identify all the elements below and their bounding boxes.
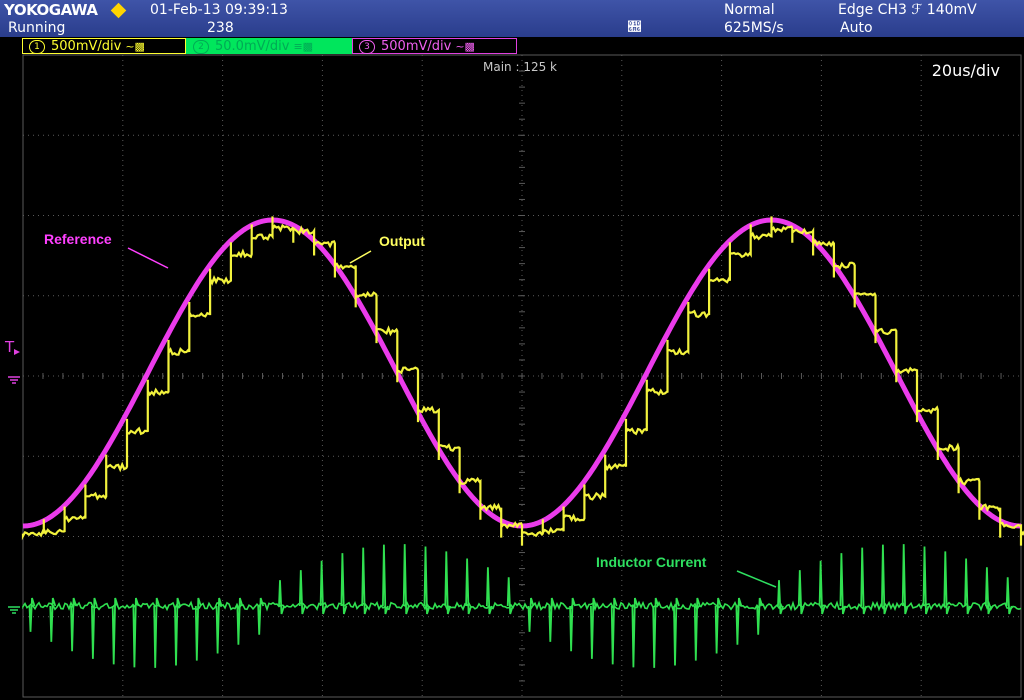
channel-markers: T — [4, 338, 20, 613]
channel-2-setting[interactable]: 2 50.0mV/div ≡▩ — [186, 38, 352, 54]
inductor-spike — [237, 598, 242, 645]
run-state: Running — [8, 20, 65, 36]
inductor-spike — [944, 551, 949, 614]
inductor-spike — [30, 598, 35, 632]
channel-1-setting[interactable]: 1 500mV/div ~▩ — [22, 38, 186, 54]
inductor-spike — [425, 547, 430, 615]
inductor-spike — [570, 598, 575, 651]
annotation-reference: Reference — [44, 231, 112, 247]
inductor-spike — [133, 598, 138, 667]
trigger-position-icon: 𝚦 — [628, 20, 641, 36]
channel-number-badge: 3 — [359, 40, 375, 54]
inductor-spike — [279, 580, 284, 614]
brand-diamond-icon — [111, 3, 127, 19]
inductor-spike — [321, 561, 326, 614]
inductor-spike — [736, 598, 741, 645]
inductor-spike — [154, 598, 159, 668]
inductor-spike — [113, 598, 118, 664]
channel-scale: 500mV/div — [51, 39, 121, 54]
inductor-spike — [383, 545, 388, 614]
inductor-spike — [882, 545, 887, 614]
annotation-output: Output — [379, 233, 425, 249]
channel-number-badge: 2 — [193, 40, 209, 54]
trigger-level-marker: T — [4, 338, 15, 356]
inductor-spike — [258, 598, 263, 635]
inductor-spike — [840, 553, 845, 614]
graticule: Main : 125 k 20us/div — [23, 55, 1021, 697]
inductor-spike — [757, 598, 762, 635]
annotation-output-pointer — [350, 251, 371, 263]
inductor-spike — [861, 548, 866, 614]
ac-coupling-icon: ~▩ — [455, 40, 475, 53]
inductor-spike — [965, 559, 970, 615]
record-length: Main : 125 k — [483, 60, 557, 74]
annotation-reference-pointer — [128, 248, 168, 268]
trigger-mode[interactable]: Normal — [724, 2, 775, 18]
date-time: 01-Feb-13 09:39:13 — [150, 2, 288, 18]
waveform-traces — [23, 216, 1024, 667]
inductor-spike — [903, 544, 908, 614]
inductor-spike — [529, 598, 534, 632]
trace-output — [23, 216, 1024, 545]
channel-scale: 500mV/div — [381, 39, 451, 54]
timebase: 20us/div — [932, 61, 1000, 80]
dc-coupling-icon: ≡▩ — [293, 40, 313, 53]
inductor-spike — [632, 598, 637, 667]
sample-rate: 625MS/s — [724, 20, 784, 36]
inductor-spike — [445, 551, 450, 614]
acquisition-count: 238 — [207, 20, 234, 36]
channel-scale: 50.0mV/div — [215, 39, 289, 54]
channel-3-setting[interactable]: 3 500mV/div ~▩ — [352, 38, 517, 54]
inductor-spike — [653, 598, 658, 668]
inductor-spike — [799, 570, 804, 614]
trace-annotations: Reference Output Inductor Current — [44, 231, 776, 587]
trigger-arrow-icon — [14, 349, 20, 355]
oscilloscope-display: Main : 125 k 20us/div T Reference Output In… — [0, 0, 1024, 700]
status-bar: YOKOGAWA 01-Feb-13 09:39:13 Running 238 … — [0, 0, 1024, 37]
annotation-inductor-pointer — [737, 571, 776, 587]
annotation-inductor: Inductor Current — [596, 554, 707, 570]
trigger-auto: Auto — [840, 20, 873, 36]
trigger-source[interactable]: Edge CH3 ℱ 140mV — [838, 2, 977, 18]
channel-number-badge: 1 — [29, 40, 45, 54]
inductor-spike — [695, 598, 700, 661]
brand-logo: YOKOGAWA — [4, 2, 98, 18]
inductor-spike — [549, 598, 554, 642]
inductor-spike — [300, 570, 305, 614]
inductor-spike — [778, 580, 783, 614]
ac-coupling-icon: ~▩ — [125, 40, 145, 53]
inductor-spike — [362, 548, 367, 614]
trace-inductor-baseline — [23, 603, 1021, 610]
